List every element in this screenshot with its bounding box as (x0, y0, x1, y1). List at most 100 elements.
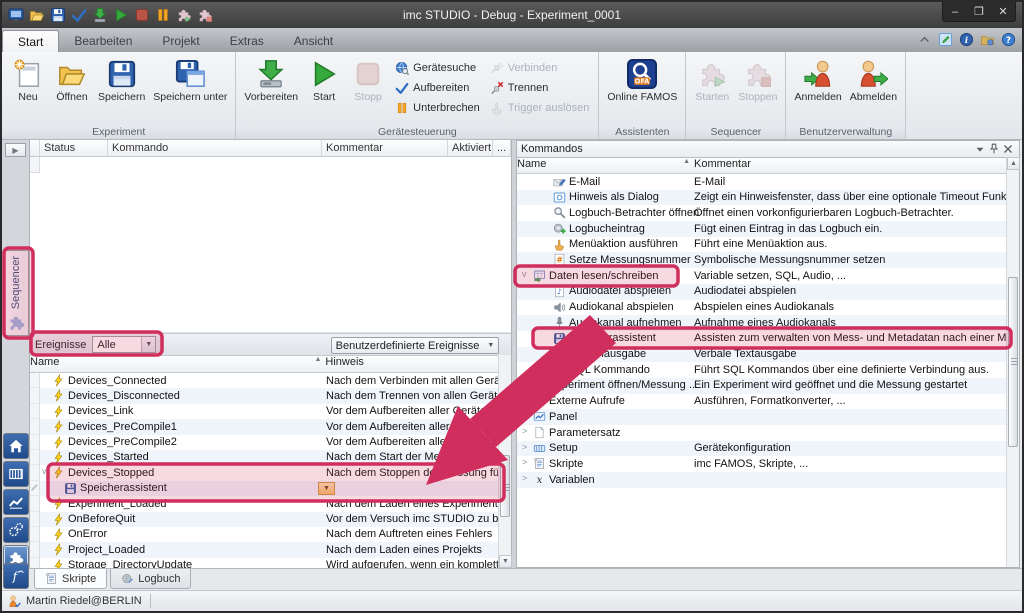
vorbereiten-button[interactable]: Vorbereiten (240, 55, 302, 121)
kommandos-column-name[interactable]: Name▲ (517, 158, 694, 173)
events-column-hinweis[interactable]: Hinweis (325, 356, 511, 372)
kommando-row-panel[interactable]: >Panel (517, 409, 1019, 425)
tab-extras[interactable]: Extras (215, 30, 279, 52)
minimize-button[interactable]: – (943, 2, 967, 21)
sidebar-item-home[interactable] (3, 433, 29, 459)
-ffnen-button[interactable]: Öffnen (50, 55, 94, 121)
sidebar-item-setup[interactable] (3, 461, 29, 487)
kommando-row-hinweis-als-dialog[interactable]: Hinweis als DialogZeigt ein Hinweisfenst… (517, 190, 1019, 206)
tab-bearbeiten[interactable]: Bearbeiten (59, 30, 147, 52)
collapsed-chevron-icon[interactable]: > (522, 426, 527, 436)
event-row-experiment_loaded[interactable]: Experiment_LoadedNach dem Laden eines Ex… (30, 496, 511, 511)
events-scrollbar[interactable]: ▼ (498, 355, 511, 568)
event-row-devices_link[interactable]: Devices_LinkVor dem Aufbereiten aller Ge… (30, 404, 511, 419)
sequence-column-Kommando[interactable]: Kommando (108, 140, 322, 156)
event-row-devices_disconnected[interactable]: Devices_DisconnectedNach dem Trennen von… (30, 388, 511, 403)
sequence-column-Status[interactable]: Status (40, 140, 108, 156)
open-icon[interactable] (29, 7, 45, 23)
kommando-row-daten-lesen-schreiben[interactable]: vDaten lesen/schreibenVariable setzen, S… (517, 268, 1019, 284)
sidebar-item-automation[interactable] (3, 517, 29, 543)
sequence-column-Kommentar[interactable]: Kommentar (322, 140, 448, 156)
save-icon[interactable] (50, 7, 66, 23)
deploy-icon[interactable] (92, 7, 108, 23)
seq-start-dim-icon[interactable] (176, 7, 192, 23)
event-row-devices_stopped[interactable]: vDevices_StoppedNach dem Stoppen der Mes… (30, 465, 511, 480)
kommando-row-e-mail[interactable]: E-MailE-Mail (517, 174, 1019, 190)
close-button[interactable]: ✕ (991, 2, 1015, 21)
maximize-button[interactable]: ❐ (967, 2, 991, 21)
kommando-row-logbuch-betrachter-ffnen[interactable]: Logbuch-Betrachter öffnenÖffnet einen vo… (517, 205, 1019, 221)
neu-button[interactable]: Neu (6, 55, 50, 121)
project-folder-icon[interactable] (980, 32, 995, 47)
event-row-devices_started[interactable]: Devices_StartedNach dem Start der Messun… (30, 450, 511, 465)
kommandos-column-kommentar[interactable]: Kommentar (694, 158, 1012, 173)
ger-tesuche-button[interactable]: Gerätesuche (390, 58, 485, 78)
kommando-row-setup[interactable]: >SetupGerätekonfiguration (517, 441, 1019, 457)
collapsed-chevron-icon[interactable]: > (522, 473, 527, 483)
kommando-row-men-aktion-ausf-hren[interactable]: Menüaktion ausführenFührt eine Menüaktio… (517, 237, 1019, 253)
kommandos-scrollbar[interactable]: ▲ (1006, 157, 1019, 567)
bottom-tab-logbuch[interactable]: Logbuch (110, 569, 191, 589)
sequence-table-body[interactable] (30, 157, 511, 333)
dropdown-button[interactable]: ▼ (318, 482, 335, 495)
pause-icon[interactable] (155, 7, 171, 23)
event-row-onbeforequit[interactable]: OnBeforeQuitVor dem Versuch imc STUDIO z… (30, 512, 511, 527)
collapsed-chevron-icon[interactable]: > (522, 410, 527, 420)
scroll-down-button[interactable]: ▼ (499, 555, 512, 568)
kommando-row-skripte[interactable]: >Skripteimc FAMOS, Skripte, ... (517, 456, 1019, 472)
event-row-speicherassistent[interactable]: Speicherassistent▼ (30, 481, 511, 496)
play-icon[interactable] (113, 7, 129, 23)
event-row-project_loaded[interactable]: Project_LoadedNach dem Laden eines Proje… (30, 542, 511, 557)
custom-events-button[interactable]: Benutzerdefinierte Ereignisse ▼ (331, 337, 499, 354)
help-icon[interactable]: ? (1001, 32, 1016, 47)
start-button[interactable]: Start (302, 55, 346, 121)
sequence-column-gutter[interactable] (30, 140, 40, 156)
tab-ansicht[interactable]: Ansicht (279, 30, 348, 52)
scrollbar-thumb[interactable] (1008, 277, 1018, 447)
events-column-name[interactable]: Name▲ (30, 356, 325, 372)
sidebar-item-sequencer[interactable]: Sequencer (4, 250, 29, 336)
kommando-row-speicherassistent[interactable]: SpeicherassistentAssisten zum verwalten … (517, 331, 1019, 347)
sequence-column-Aktiviert[interactable]: Aktiviert (448, 140, 493, 156)
speichern-button[interactable]: Speichern (94, 55, 149, 121)
kommando-row-sql-kommando[interactable]: SQL KommandoFührt SQL Kommandos über ein… (517, 362, 1019, 378)
abmelden-button[interactable]: Abmelden (846, 55, 901, 121)
kommando-row-audiodatei-abspielen[interactable]: ♪Audiodatei abspielenAudiodatei abspiele… (517, 284, 1019, 300)
scrollbar-thumb[interactable] (500, 455, 510, 517)
unterbrechen-button[interactable]: Unterbrechen (390, 98, 485, 118)
stop-red-icon[interactable] (134, 7, 150, 23)
collapse-ribbon-icon[interactable] (917, 32, 932, 47)
sidebar-item-scripting[interactable]: f (3, 563, 29, 589)
speichern-unter-button[interactable]: Speichern unter (149, 55, 231, 121)
event-row-devices_connected[interactable]: Devices_ConnectedNach dem Verbinden mit … (30, 373, 511, 388)
expanded-chevron-icon[interactable]: v (522, 269, 527, 279)
seq-stop-dim-icon[interactable] (197, 7, 213, 23)
anmelden-button[interactable]: Anmelden (790, 55, 845, 121)
kommando-row-audiokanal-abspielen[interactable]: Audiokanal abspielenAbspielen eines Audi… (517, 300, 1019, 316)
sidebar-item-panel[interactable] (3, 489, 29, 515)
collapsed-chevron-icon[interactable]: > (522, 457, 527, 467)
edit-icon[interactable] (938, 32, 953, 47)
panel-menu-icon[interactable] (973, 143, 987, 156)
kommando-row-variablen[interactable]: >xVariablen (517, 472, 1019, 488)
pin-icon[interactable] (987, 143, 1001, 156)
kommando-row-audiokanal-aufnehmen[interactable]: Audiokanal aufnehmenAufnahme eines Audio… (517, 315, 1019, 331)
trennen-button[interactable]: Trennen (485, 78, 595, 98)
collapsed-chevron-icon[interactable]: > (522, 395, 527, 405)
kommando-row-logbucheintrag[interactable]: LogbucheintragFügt einen Eintrag in das … (517, 221, 1019, 237)
online-famos-button[interactable]: OFAOnline FAMOS (603, 55, 681, 121)
tab-start[interactable]: Start (2, 30, 59, 52)
collapsed-chevron-icon[interactable]: > (522, 442, 527, 452)
event-row-devices_precompile1[interactable]: Devices_PreCompile1Vor dem Aufbereiten a… (30, 419, 511, 434)
tab-projekt[interactable]: Projekt (147, 30, 214, 52)
app-logo-icon[interactable] (8, 7, 24, 23)
kommando-row-setze-messungsnummer[interactable]: #Setze MessungsnummerSymbolische Messung… (517, 252, 1019, 268)
kommando-row-parametersatz[interactable]: >Parametersatz (517, 425, 1019, 441)
sequence-column-...[interactable]: ... (493, 140, 511, 156)
kommando-row-externe-aufrufe[interactable]: >Externe AufrufeAusführen, Formatkonvert… (517, 394, 1019, 410)
check-icon[interactable] (71, 7, 87, 23)
scroll-up-button[interactable]: ▲ (1007, 157, 1020, 170)
aufbereiten-button[interactable]: Aufbereiten (390, 78, 485, 98)
panel-expander-button[interactable]: ▶ (5, 143, 26, 157)
event-row-onerror[interactable]: OnErrorNach dem Auftreten eines Fehlers (30, 527, 511, 542)
